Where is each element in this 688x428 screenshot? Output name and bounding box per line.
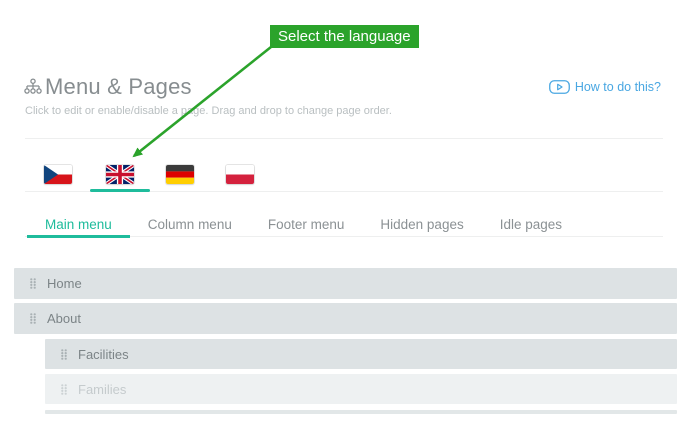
page-row-families[interactable]: Families: [45, 374, 677, 404]
page-row-home[interactable]: Home: [14, 268, 677, 299]
language-flag-english[interactable]: [106, 165, 134, 184]
page-row-label: Families: [78, 382, 126, 397]
czech-flag-icon: [44, 165, 72, 184]
polish-flag-icon: [226, 165, 254, 184]
tab-hidden-pages[interactable]: Hidden pages: [362, 215, 481, 238]
language-flag-german[interactable]: [166, 165, 194, 184]
language-flag-czech[interactable]: [44, 165, 72, 184]
page-row-partial[interactable]: [45, 410, 677, 414]
uk-flag-icon: [106, 165, 134, 184]
language-flag-polish[interactable]: [226, 165, 254, 184]
divider-top: [25, 138, 663, 139]
sitemap-icon: [24, 78, 42, 96]
page-row-label: Facilities: [78, 347, 129, 362]
tab-column-menu[interactable]: Column menu: [130, 215, 250, 238]
how-to-do-this-link[interactable]: How to do this?: [549, 80, 661, 94]
page-row-facilities[interactable]: Facilities: [45, 339, 677, 369]
german-flag-icon: [166, 165, 194, 184]
selected-language-indicator: [90, 189, 150, 192]
drag-handle-icon[interactable]: [30, 278, 36, 289]
drag-handle-icon[interactable]: [30, 313, 36, 324]
page-row-about[interactable]: About: [14, 303, 677, 334]
how-to-do-this-label: How to do this?: [575, 80, 661, 94]
drag-handle-icon[interactable]: [61, 349, 67, 360]
tab-main-menu[interactable]: Main menu: [27, 215, 130, 238]
page-title: Menu & Pages: [45, 74, 192, 100]
tab-footer-menu[interactable]: Footer menu: [250, 215, 363, 238]
play-video-icon: [549, 80, 570, 94]
menu-tabs: Main menu Column menu Footer menu Hidden…: [27, 215, 580, 238]
menu-and-pages-screen: Select the language Menu & Pages Click t…: [0, 0, 688, 428]
annotation-label: Select the language: [270, 25, 419, 48]
page-row-label: About: [47, 311, 81, 326]
page-subtitle: Click to edit or enable/disable a page. …: [25, 105, 392, 117]
drag-handle-icon[interactable]: [61, 384, 67, 395]
page-row-label: Home: [47, 276, 82, 291]
tab-idle-pages[interactable]: Idle pages: [482, 215, 580, 238]
